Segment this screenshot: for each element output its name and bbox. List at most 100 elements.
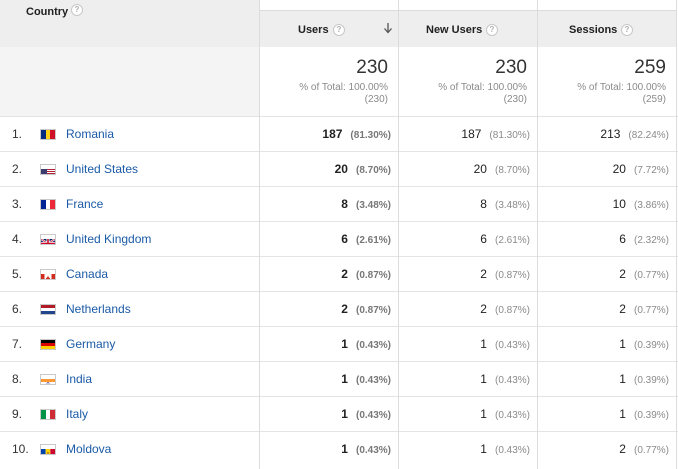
sessions-total-value: 259 [634,57,666,78]
users-value: 2 (0.87%) [341,302,391,316]
table-row: 4. United Kingdom 6 (2.61%) 6 (2.61%) 6 (2.… [0,221,678,256]
table-row: 5. Canada 2 (0.87%) 2 (0.87%) 2 (0.77%) [0,256,678,291]
row-number: 1. [12,127,23,141]
country-help-icon[interactable]: ? [71,4,83,16]
country-link[interactable]: United Kingdom [66,232,151,246]
new-users-total-percent: % of Total: 100.00% (230) [438,82,527,106]
table-row: 1. Romania 187 (81.30%) 187 (81.30%) 213 (8… [0,116,678,151]
users-value: 2 (0.87%) [341,267,391,281]
header-users-cell[interactable] [260,10,398,47]
new-users-help-icon[interactable]: ? [486,24,498,36]
country-link[interactable]: Italy [66,407,88,421]
users-value: 20 (8.70%) [334,162,391,176]
sessions-help-icon[interactable]: ? [621,24,633,36]
table-row: 2. United States 20 (8.70%) 20 (8.70%) 20(… [0,151,678,186]
country-column-header[interactable]: Country [26,6,68,18]
country-link[interactable]: United States [66,162,138,176]
country-link[interactable]: France [66,197,103,211]
country-link[interactable]: Canada [66,267,108,281]
new-users-value: 20 (8.70%) [473,162,530,176]
column-divider [537,0,538,469]
new-users-value: 1 (0.43%) [480,442,530,456]
users-value: 1 (0.43%) [341,407,391,421]
row-number: 2. [12,162,23,176]
table-row: 10. Moldova 1 (0.43%) 1 (0.43%) 2 (0.77%) [0,431,678,466]
sessions-value: 2 (0.77%) [619,302,669,316]
new-users-value: 1 (0.43%) [480,407,530,421]
country-link[interactable]: India [66,372,92,386]
sessions-value: 6 (2.32%) [619,232,669,246]
sessions-value: 1 (0.39%) [619,372,669,386]
users-column-header[interactable]: Users [298,24,329,36]
romania-flag-icon [40,129,56,140]
sessions-total-percent: % of Total: 100.00% (259) [577,82,666,106]
new-users-value: 1 (0.43%) [480,372,530,386]
netherlands-flag-icon [40,304,56,315]
sessions-value: 20 (7.72%) [612,162,669,176]
users-value: 187 (81.30%) [322,127,391,141]
totals-label-cell [0,47,259,116]
row-number: 10. [12,442,29,456]
sessions-value: 213 (82.24%) [600,127,669,141]
new-users-total-pct-line: % of Total: 100.00% [438,82,527,93]
new-users-total-value: 230 [495,57,527,78]
usa-flag-icon [40,164,56,175]
new-users-value: 187 (81.30%) [461,127,530,141]
users-value: 1 (0.43%) [341,372,391,386]
country-link[interactable]: Moldova [66,442,111,456]
canada-flag-icon [40,269,56,280]
sessions-value: 1 (0.39%) [619,407,669,421]
sessions-total-pct-line: % of Total: 100.00% [577,82,666,93]
sessions-value: 2 (0.77%) [619,267,669,281]
users-total-percent: % of Total: 100.00% (230) [299,82,388,106]
users-total-abs-line: (230) [364,94,388,105]
country-link[interactable]: Netherlands [66,302,131,316]
table-row: 7. Germany 1 (0.43%) 1 (0.43%) 1 (0.39%) [0,326,678,361]
users-value: 8 (3.48%) [341,197,391,211]
table-row: 3. France 8 (3.48%) 8 (3.48%) 10 (3.86%) [0,186,678,221]
sessions-value: 2 (0.77%) [619,442,669,456]
sessions-value: 1 (0.39%) [619,337,669,351]
new-users-column-header[interactable]: New Users [426,24,482,36]
moldova-flag-icon [40,444,56,455]
users-help-icon[interactable]: ? [333,24,345,36]
column-divider [259,0,260,469]
row-number: 6. [12,302,23,316]
italy-flag-icon [40,409,56,420]
sessions-total-abs-line: (259) [642,94,666,105]
row-number: 8. [12,372,23,386]
column-divider [676,0,677,469]
header-top-strip [259,0,678,10]
users-total-value: 230 [356,57,388,78]
row-number: 3. [12,197,23,211]
uk-flag-icon [40,234,56,245]
germany-flag-icon [40,339,56,350]
row-number: 7. [12,337,23,351]
sessions-total-cell: 259 % of Total: 100.00% (259) [538,47,676,116]
new-users-total-cell: 230 % of Total: 100.00% (230) [399,47,537,116]
new-users-value: 1 (0.43%) [480,337,530,351]
users-total-cell: 230 % of Total: 100.00% (230) [260,47,398,116]
users-value: 1 (0.43%) [341,442,391,456]
france-flag-icon [40,199,56,210]
users-total-pct-line: % of Total: 100.00% [299,82,388,93]
row-number: 4. [12,232,23,246]
sessions-column-header[interactable]: Sessions [569,24,617,36]
row-number: 5. [12,267,23,281]
column-divider [398,0,399,469]
sort-descending-icon[interactable] [383,22,393,34]
sessions-value: 10 (3.86%) [612,197,669,211]
table-row: 6. Netherlands 2 (0.87%) 2 (0.87%) 2 (0.77%… [0,291,678,326]
row-number: 9. [12,407,23,421]
new-users-value: 2 (0.87%) [480,267,530,281]
new-users-total-abs-line: (230) [503,94,527,105]
country-link[interactable]: Germany [66,337,115,351]
table-row: 9. Italy 1 (0.43%) 1 (0.43%) 1 (0.39%) [0,396,678,431]
india-flag-icon [40,374,56,385]
country-link[interactable]: Romania [66,127,114,141]
users-value: 1 (0.43%) [341,337,391,351]
new-users-value: 8 (3.48%) [480,197,530,211]
table-row: 8. India 1 (0.43%) 1 (0.43%) 1 (0.39%) [0,361,678,396]
new-users-value: 2 (0.87%) [480,302,530,316]
country-report-table: Country ? Users ? New Users ? Sessions ?… [0,0,678,469]
